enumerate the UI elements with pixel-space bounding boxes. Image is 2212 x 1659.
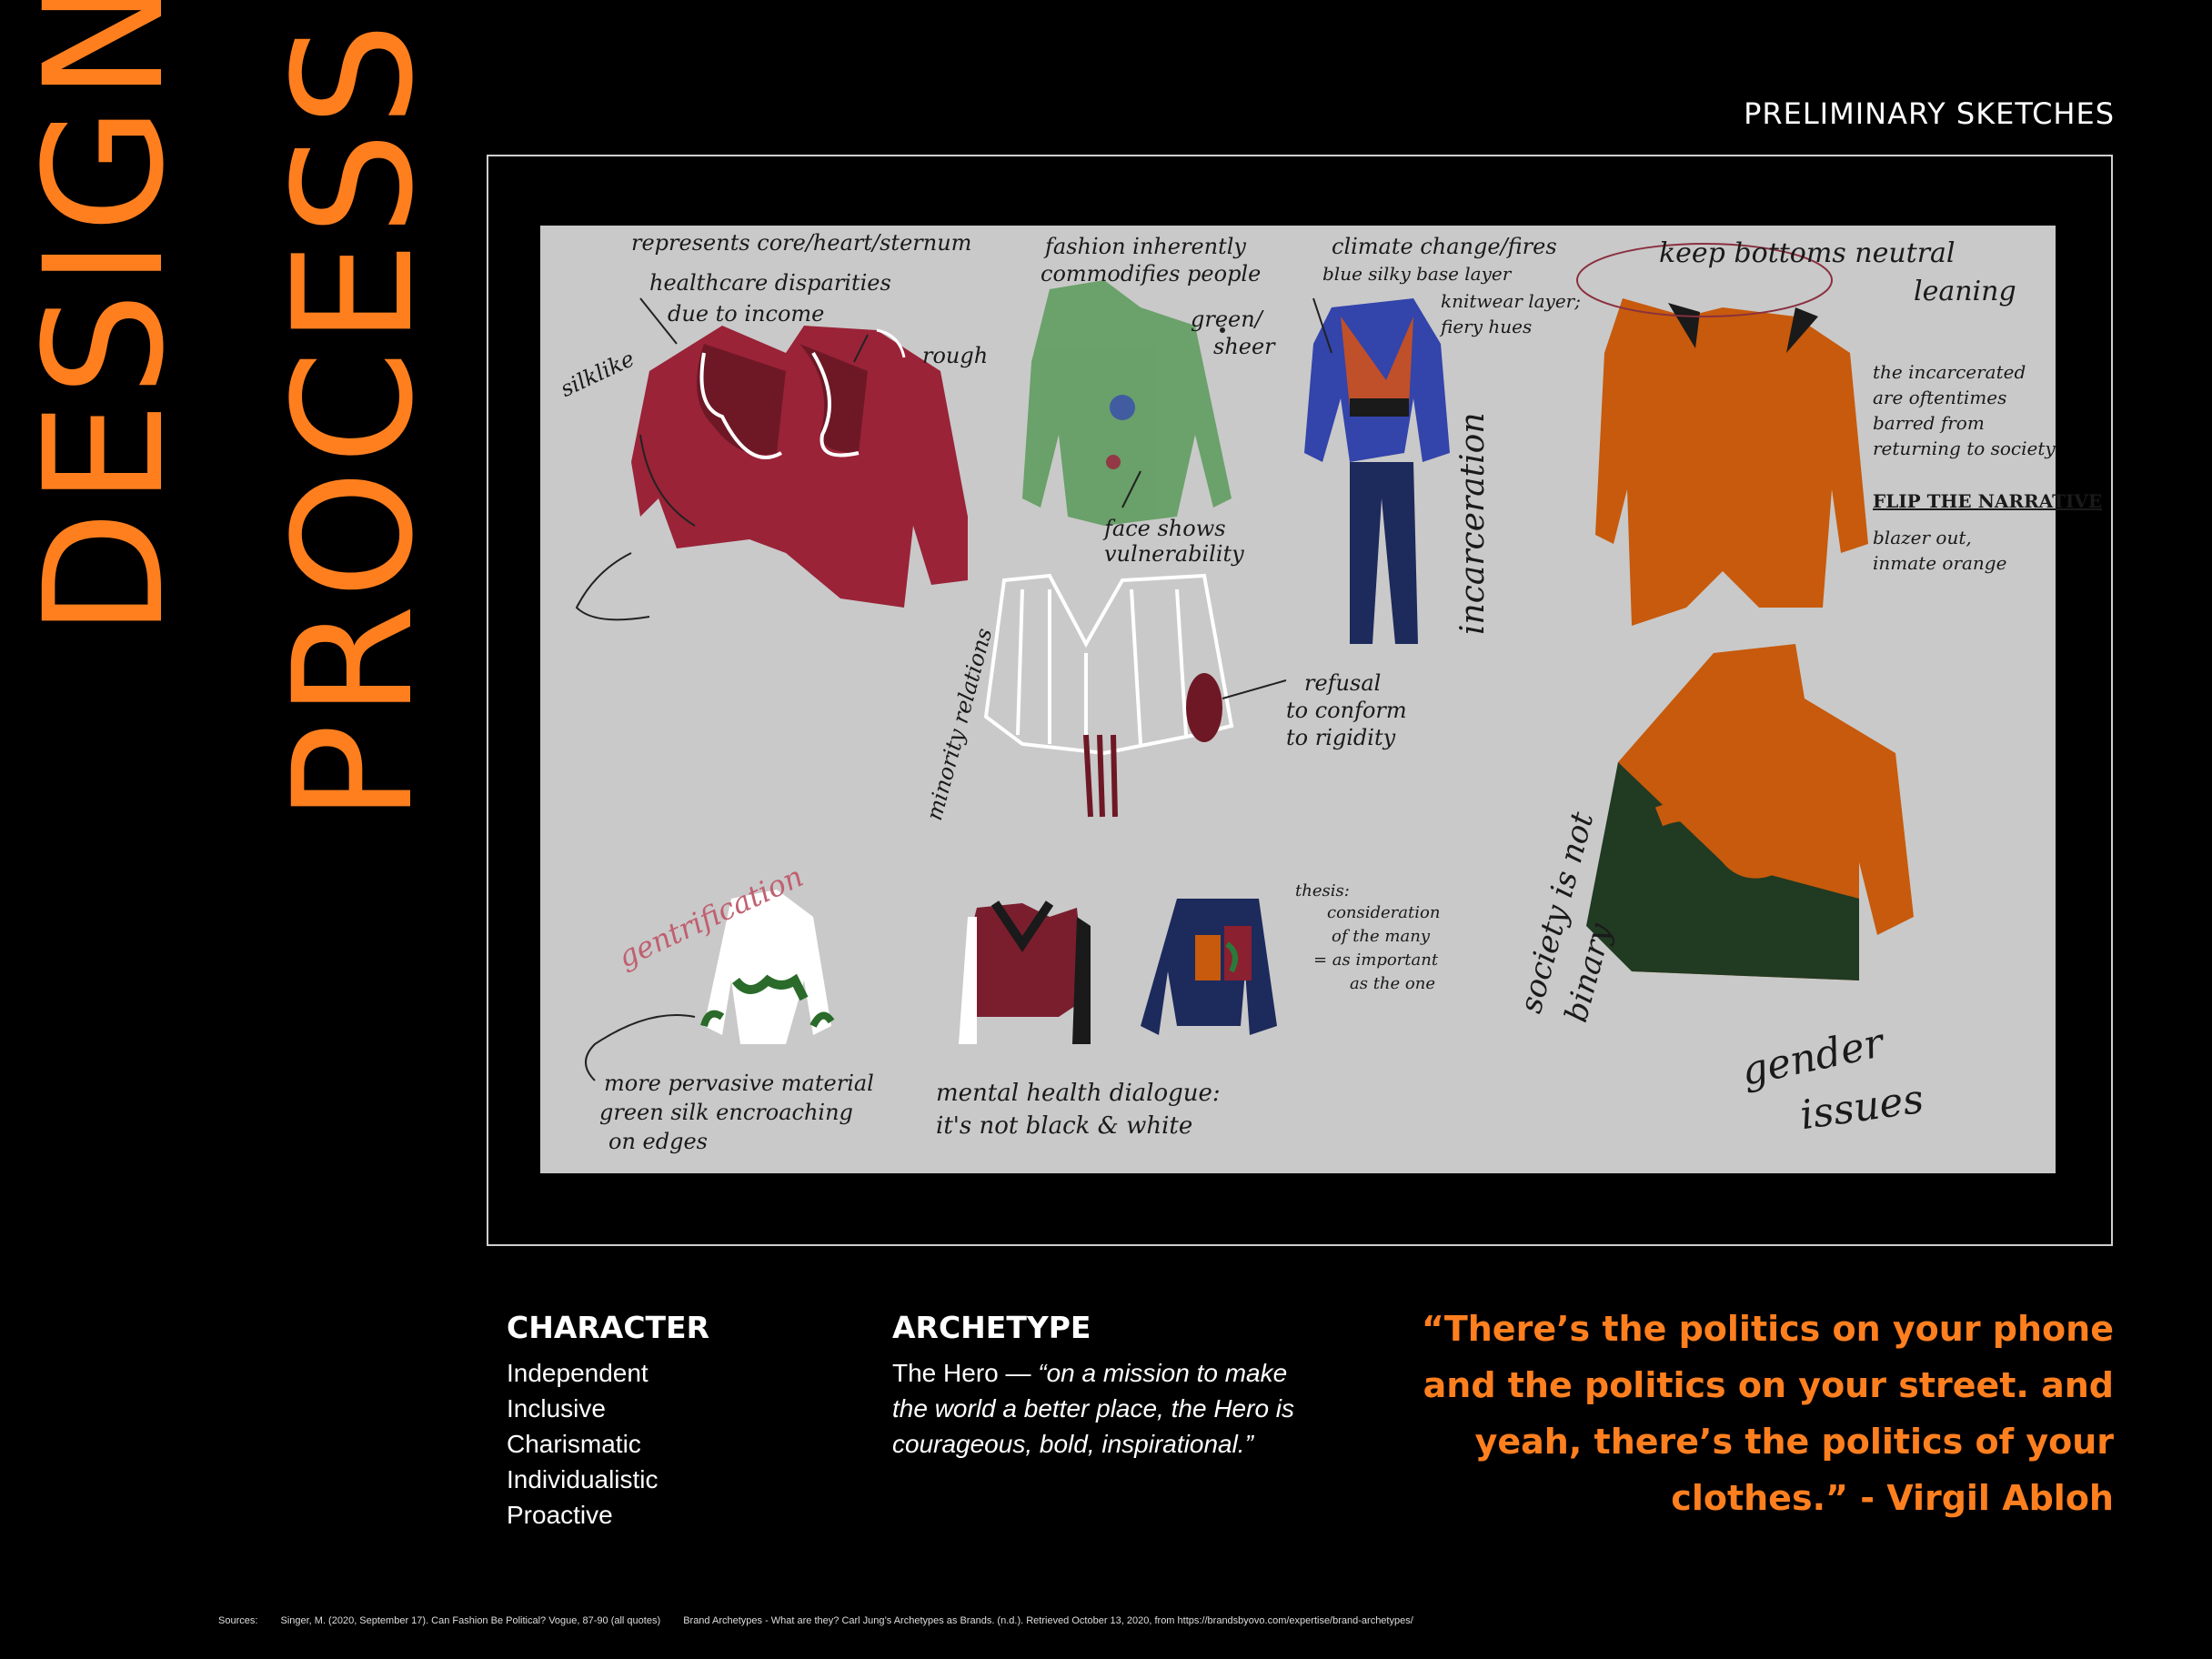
ann-flip-narrative: FLIP THE NARRATIVE — [1873, 490, 2103, 512]
title-process: PROCESS — [259, 16, 449, 822]
ann-of-many: of the many — [1332, 927, 1430, 946]
ann-keep-bottoms: keep bottoms neutral — [1659, 237, 1956, 269]
ann-blue-silky: blue silky base layer — [1322, 263, 1512, 285]
ann-blazer-out: blazer out, — [1873, 527, 1972, 548]
ann-vulnerability: vulnerability — [1104, 541, 1244, 567]
sources-footer: Sources: Singer, M. (2020, September 17)… — [218, 1615, 1433, 1626]
ann-refusal: refusal — [1304, 670, 1382, 696]
archetype-heading: ARCHETYPE — [892, 1310, 1091, 1345]
red-patch — [1186, 673, 1222, 742]
trait-item: Inclusive — [507, 1394, 606, 1423]
ann-leaning: leaning — [1914, 276, 2016, 307]
ann-thesis: thesis: — [1295, 881, 1350, 900]
archetype-text: The Hero — “on a mission to make the wor… — [892, 1355, 1311, 1462]
red-stripes — [1083, 734, 1118, 818]
section-label: PRELIMINARY SKETCHES — [1744, 96, 2115, 131]
ann-green: green/ — [1191, 307, 1262, 332]
ann-consideration: consideration — [1327, 903, 1441, 922]
ann-incarcerated: the incarcerated — [1873, 361, 2026, 383]
ann-on-edges: on edges — [608, 1129, 708, 1154]
ann-face-shows: face shows — [1104, 516, 1226, 541]
ann-green-silk: green silk encroaching — [599, 1100, 853, 1125]
ann-sheer: sheer — [1213, 334, 1275, 359]
sketch-board: represents core/heart/sternum healthcare… — [540, 226, 2102, 1173]
ann-as-one: as the one — [1350, 974, 1435, 993]
ann-incarceration: incarceration — [1454, 412, 1492, 635]
ann-climate: climate change/fires — [1332, 234, 1557, 259]
gender-sweater-sketch — [1586, 644, 1914, 980]
mental-health-vest-sketch — [959, 900, 1091, 1044]
ann-as-important: = as important — [1313, 950, 1439, 970]
thesis-vest-sketch — [1141, 899, 1277, 1035]
ann-fiery: fiery hues — [1441, 316, 1533, 337]
ann-rigidity: to rigidity — [1286, 725, 1396, 750]
ann-black-white: it's not black & white — [936, 1112, 1193, 1140]
ann-knitwear: knitwear layer; — [1441, 290, 1581, 312]
title-design: DESIGN — [10, 0, 200, 637]
ann-mental-health: mental health dialogue: — [936, 1080, 1221, 1107]
ann-core: represents core/heart/sternum — [631, 230, 972, 256]
trait-item: Charismatic — [507, 1430, 641, 1458]
virgil-abloh-quote: “There’s the politics on your phone and … — [1421, 1309, 2114, 1518]
ann-oftentimes: are oftentimes — [1873, 387, 2007, 408]
ann-pervasive: more pervasive material — [604, 1071, 874, 1096]
orange-blazer-sketch — [1595, 298, 1868, 626]
ann-barred: barred from — [1873, 412, 1985, 434]
sources-label: Sources: — [218, 1615, 258, 1626]
character-traits-list: Independent Inclusive Charismatic Indivi… — [507, 1355, 659, 1533]
source-entry: Brand Archetypes - What are they? Carl J… — [683, 1615, 1413, 1626]
ann-inmate-orange: inmate orange — [1873, 552, 2007, 574]
ann-returning: returning to society — [1873, 437, 2056, 459]
blue-flame-outfit-sketch — [1304, 298, 1450, 644]
character-heading: CHARACTER — [507, 1310, 710, 1345]
ann-income: due to income — [668, 301, 825, 327]
ann-commodifies: commodifies people — [1041, 261, 1262, 287]
ann-rough: rough — [922, 343, 989, 368]
trait-item: Independent — [507, 1359, 649, 1387]
ann-healthcare: healthcare disparities — [649, 270, 891, 296]
ann-to-conform: to conform — [1286, 698, 1407, 723]
archetype-name: The Hero — — [892, 1359, 1031, 1387]
source-entry: Singer, M. (2020, September 17). Can Fas… — [280, 1615, 661, 1626]
ann-fashion: fashion inherently — [1045, 234, 1246, 259]
trait-item: Proactive — [507, 1501, 613, 1529]
trait-item: Individualistic — [507, 1465, 659, 1493]
red-blazer-sketch — [631, 326, 968, 608]
